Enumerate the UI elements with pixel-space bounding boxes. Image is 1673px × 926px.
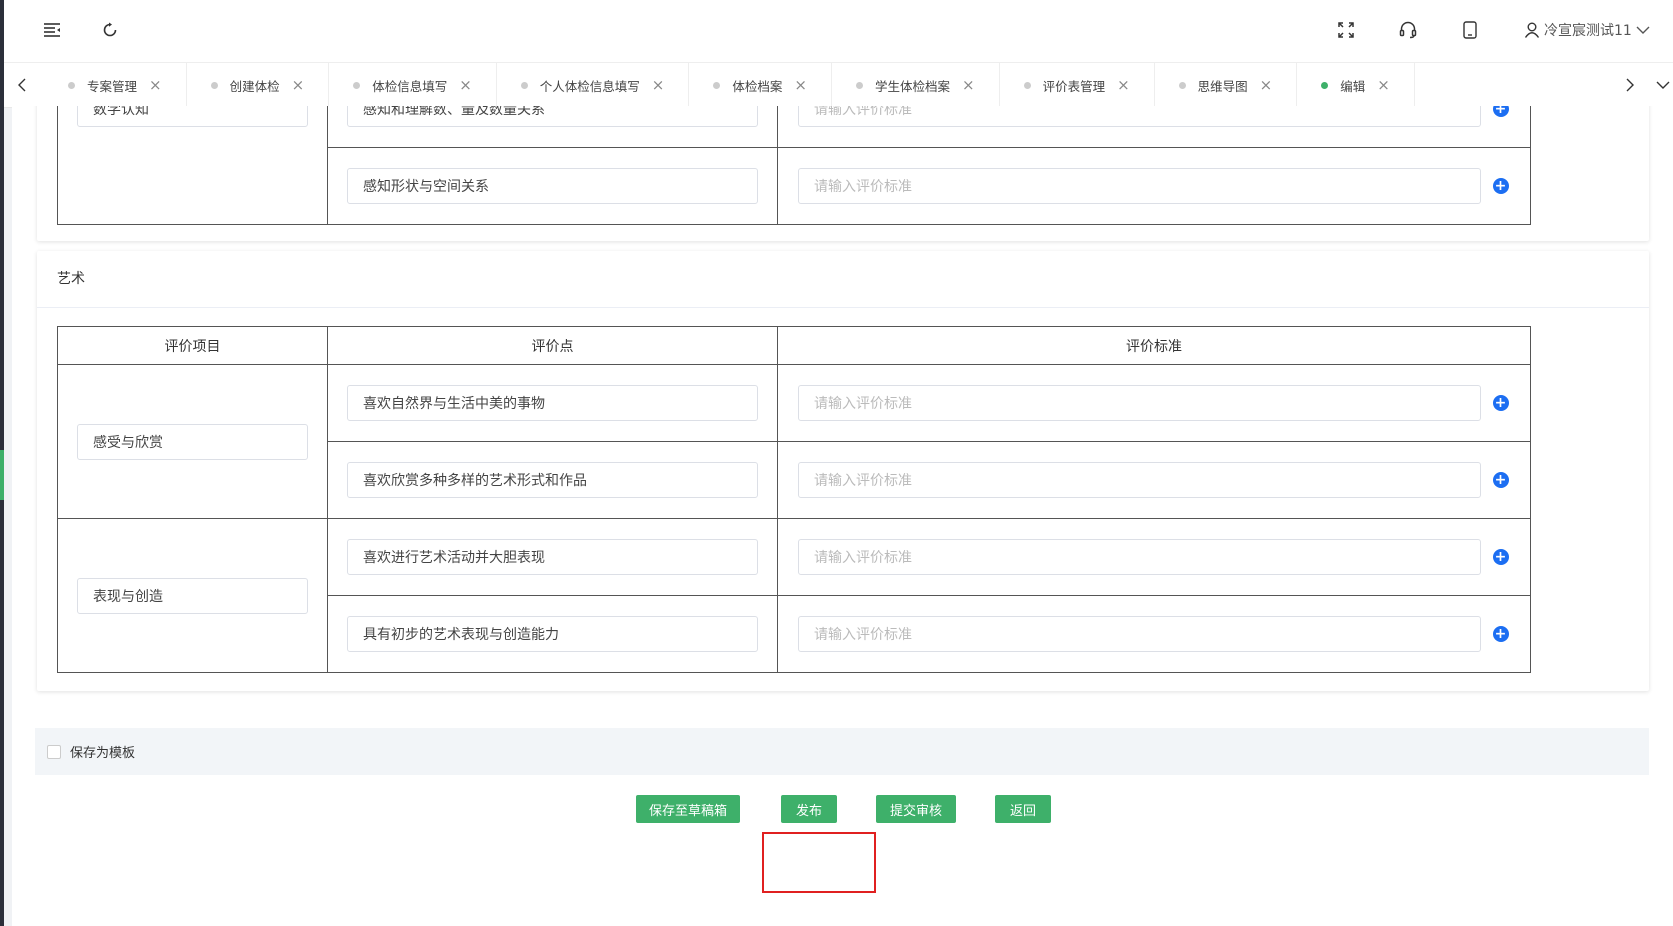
add-standard-icon[interactable]: + bbox=[1492, 178, 1509, 194]
close-icon[interactable]: × bbox=[149, 76, 162, 94]
tabs-dropdown-icon[interactable] bbox=[1652, 63, 1673, 107]
tab-label: 思维导图 bbox=[1197, 78, 1248, 94]
eval-item-input[interactable]: 感受与欣赏 bbox=[77, 423, 308, 460]
menu-fold-icon[interactable] bbox=[40, 18, 64, 42]
tab-status-dot bbox=[210, 81, 218, 89]
add-standard-icon[interactable]: + bbox=[1492, 626, 1509, 642]
top-header: 冷宣宸测试11 bbox=[4, 0, 1673, 62]
tab-item[interactable]: 专案管理 × bbox=[44, 63, 187, 107]
headset-icon[interactable] bbox=[1396, 18, 1420, 42]
close-icon[interactable]: × bbox=[652, 76, 665, 94]
close-icon[interactable]: × bbox=[1117, 76, 1130, 94]
refresh-icon[interactable] bbox=[98, 18, 122, 42]
tab-item-active[interactable]: 编辑 × bbox=[1297, 63, 1415, 107]
tab-item[interactable]: 体检档案 × bbox=[689, 63, 832, 107]
user-menu[interactable]: 冷宣宸测试11 bbox=[1524, 18, 1650, 42]
tab-label: 体检档案 bbox=[732, 78, 783, 94]
tab-status-dot bbox=[353, 81, 361, 89]
eval-item-input[interactable]: 数学认知 bbox=[77, 106, 308, 127]
chevron-down-icon bbox=[1636, 26, 1650, 34]
eval-point-input[interactable]: 喜欢欣赏多种多样的艺术形式和作品 bbox=[347, 462, 758, 498]
close-icon[interactable]: × bbox=[292, 76, 305, 94]
eval-standard-input[interactable]: 请输入评价标准 bbox=[798, 539, 1481, 575]
eval-standard-input[interactable]: 请输入评价标准 bbox=[798, 462, 1481, 498]
tab-label: 专案管理 bbox=[87, 78, 138, 94]
column-header: 评价项目 bbox=[57, 326, 328, 365]
submit-review-button[interactable]: 提交审核 bbox=[876, 795, 956, 823]
tab-item[interactable]: 体检信息填写 × bbox=[329, 63, 497, 107]
main-content: 数学认知 感知和理解数、量及数量关系 请输入评价标准 + 感知形状与空间关系 请输… bbox=[12, 106, 1673, 926]
tab-label: 学生体检档案 bbox=[874, 78, 950, 94]
left-sidebar-edge bbox=[0, 0, 4, 926]
eval-standard-input[interactable]: 请输入评价标准 bbox=[798, 385, 1481, 421]
save-template-row: 保存为模板 bbox=[35, 728, 1649, 775]
tab-status-dot bbox=[1321, 81, 1329, 89]
eval-point-input[interactable]: 喜欢进行艺术活动并大胆表现 bbox=[347, 539, 758, 575]
eval-standard-input[interactable]: 请输入评价标准 bbox=[798, 616, 1481, 652]
close-icon[interactable]: × bbox=[1260, 76, 1273, 94]
tablet-icon[interactable] bbox=[1458, 18, 1482, 42]
tab-label: 编辑 bbox=[1340, 78, 1366, 94]
tab-item[interactable]: 评价表管理 × bbox=[1000, 63, 1155, 107]
sidebar-active-indicator bbox=[0, 450, 4, 500]
eval-card-art: 艺术 评价项目 评价点 评价标准 感受与欣赏 喜欢自然界与生活中美的事物 请输入… bbox=[37, 251, 1649, 691]
user-name: 冷宣宸测试11 bbox=[1544, 23, 1632, 39]
tab-item[interactable]: 思维导图 × bbox=[1155, 63, 1298, 107]
highlight-box bbox=[762, 832, 876, 893]
eval-standard-input[interactable]: 请输入评价标准 bbox=[798, 106, 1481, 127]
eval-point-input[interactable]: 感知形状与空间关系 bbox=[347, 168, 758, 204]
close-icon[interactable]: × bbox=[794, 76, 807, 94]
publish-button[interactable]: 发布 bbox=[781, 795, 837, 823]
tab-status-dot bbox=[855, 81, 863, 89]
tabs-scroll-right-icon[interactable] bbox=[1612, 63, 1648, 107]
eval-table-art: 评价项目 评价点 评价标准 感受与欣赏 喜欢自然界与生活中美的事物 请输入评价标… bbox=[57, 326, 1531, 673]
tab-label: 评价表管理 bbox=[1042, 78, 1106, 94]
close-icon[interactable]: × bbox=[962, 76, 975, 94]
column-header: 评价点 bbox=[327, 326, 778, 365]
card-title: 艺术 bbox=[37, 251, 1649, 308]
save-template-label: 保存为模板 bbox=[70, 746, 136, 761]
tab-item[interactable]: 创建体检 × bbox=[187, 63, 330, 107]
save-draft-button[interactable]: 保存至草稿箱 bbox=[636, 795, 740, 823]
fullscreen-icon[interactable] bbox=[1334, 18, 1358, 42]
tab-status-dot bbox=[68, 81, 75, 89]
eval-card-math: 数学认知 感知和理解数、量及数量关系 请输入评价标准 + 感知形状与空间关系 请输… bbox=[37, 106, 1649, 241]
close-icon[interactable]: × bbox=[459, 76, 472, 94]
column-header: 评价标准 bbox=[777, 326, 1531, 365]
tab-item[interactable]: 个人体检信息填写 × bbox=[497, 63, 690, 107]
add-standard-icon[interactable]: + bbox=[1492, 549, 1509, 565]
add-standard-icon[interactable]: + bbox=[1492, 472, 1509, 488]
tab-label: 个人体检信息填写 bbox=[539, 78, 640, 94]
tab-label: 创建体检 bbox=[229, 78, 280, 94]
tab-status-dot bbox=[520, 81, 528, 89]
save-template-checkbox[interactable] bbox=[47, 744, 61, 759]
add-standard-icon[interactable]: + bbox=[1492, 395, 1509, 411]
eval-point-input[interactable]: 喜欢自然界与生活中美的事物 bbox=[347, 385, 758, 421]
eval-point-input[interactable]: 具有初步的艺术表现与创造能力 bbox=[347, 616, 758, 652]
tab-item[interactable]: 学生体检档案 × bbox=[832, 63, 1000, 107]
close-icon[interactable]: × bbox=[1377, 76, 1390, 94]
tab-status-dot bbox=[713, 81, 721, 89]
user-icon bbox=[1524, 22, 1540, 38]
tabs-bar: 专案管理 × 创建体检 × 体检信息填写 × 个人体检信息填写 × 体检档案 × 学生体检… bbox=[4, 62, 1673, 108]
eval-standard-input[interactable]: 请输入评价标准 bbox=[798, 168, 1481, 204]
tab-status-dot bbox=[1023, 81, 1031, 89]
eval-item-input[interactable]: 表现与创造 bbox=[77, 577, 308, 614]
eval-point-input[interactable]: 感知和理解数、量及数量关系 bbox=[347, 106, 758, 127]
tab-status-dot bbox=[1178, 81, 1186, 89]
tabs-list: 专案管理 × 创建体检 × 体检信息填写 × 个人体检信息填写 × 体检档案 × 学生体检… bbox=[44, 63, 1415, 107]
back-button[interactable]: 返回 bbox=[995, 795, 1051, 823]
tab-label: 体检信息填写 bbox=[372, 78, 448, 94]
add-standard-icon[interactable]: + bbox=[1492, 106, 1509, 117]
eval-table-math: 数学认知 感知和理解数、量及数量关系 请输入评价标准 + 感知形状与空间关系 请输… bbox=[57, 106, 1531, 225]
tabs-scroll-left-icon[interactable] bbox=[4, 63, 40, 107]
